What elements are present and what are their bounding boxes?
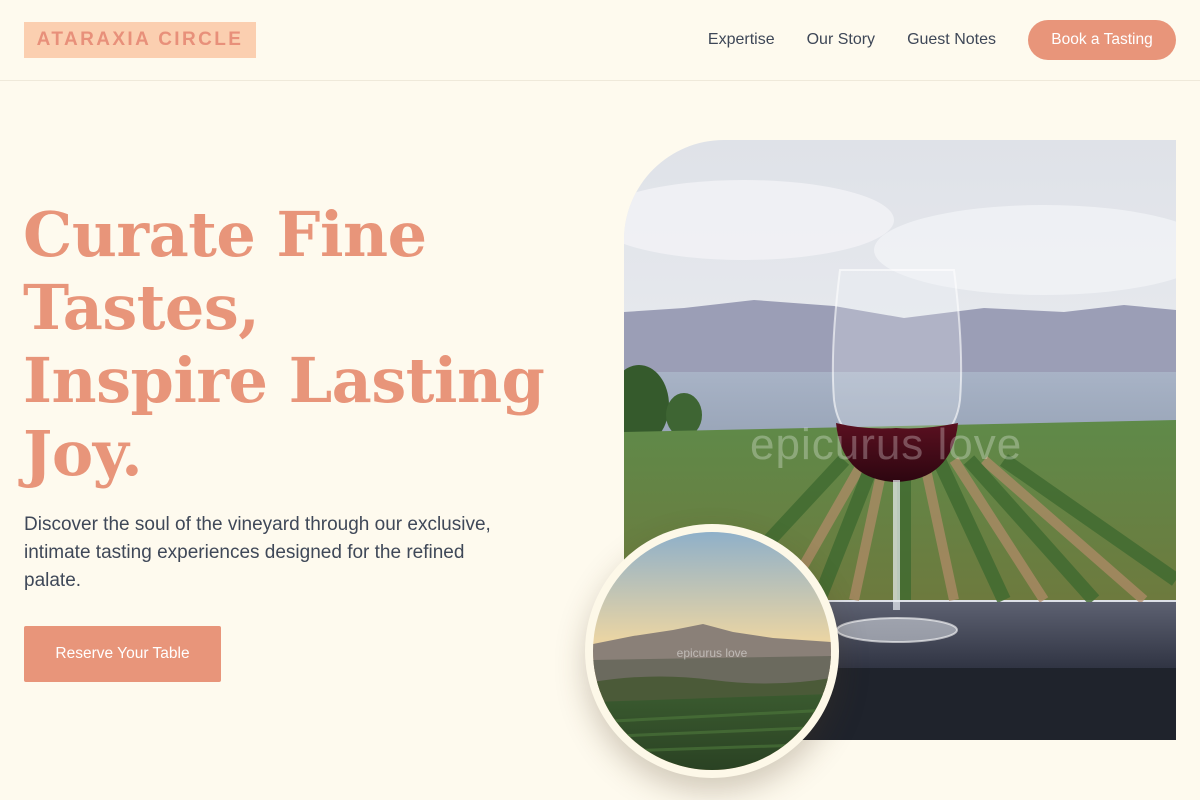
nav-link-guest-notes[interactable]: Guest Notes [907, 31, 996, 49]
sunset-vineyard-inset: epicurus love [585, 524, 839, 778]
inset-photo: epicurus love [593, 532, 831, 770]
headline-line-4: Joy. [23, 417, 143, 490]
hero-headline: Curate Fine Tastes, Inspire Lasting Joy. [23, 198, 583, 490]
hero-subtext: Discover the soul of the vineyard throug… [24, 514, 491, 591]
nav-link-expertise[interactable]: Expertise [708, 31, 775, 49]
reserve-table-button[interactable]: Reserve Your Table [24, 626, 221, 682]
headline-line-1: Curate Fine [23, 198, 427, 271]
inset-watermark: epicurus love [676, 646, 748, 660]
headline-line-3: Inspire Lasting [23, 344, 545, 417]
book-tasting-button[interactable]: Book a Tasting [1028, 20, 1176, 60]
brand-logo[interactable]: ATARAXIA CIRCLE [24, 22, 256, 58]
nav-link-our-story[interactable]: Our Story [807, 31, 875, 49]
photo-watermark: epicurus love [750, 420, 1023, 469]
site-header: ATARAXIA CIRCLE Expertise Our Story Gues… [0, 0, 1200, 81]
headline-line-2: Tastes, [23, 271, 260, 344]
main-nav: Expertise Our Story Guest Notes Book a T… [708, 0, 1176, 80]
